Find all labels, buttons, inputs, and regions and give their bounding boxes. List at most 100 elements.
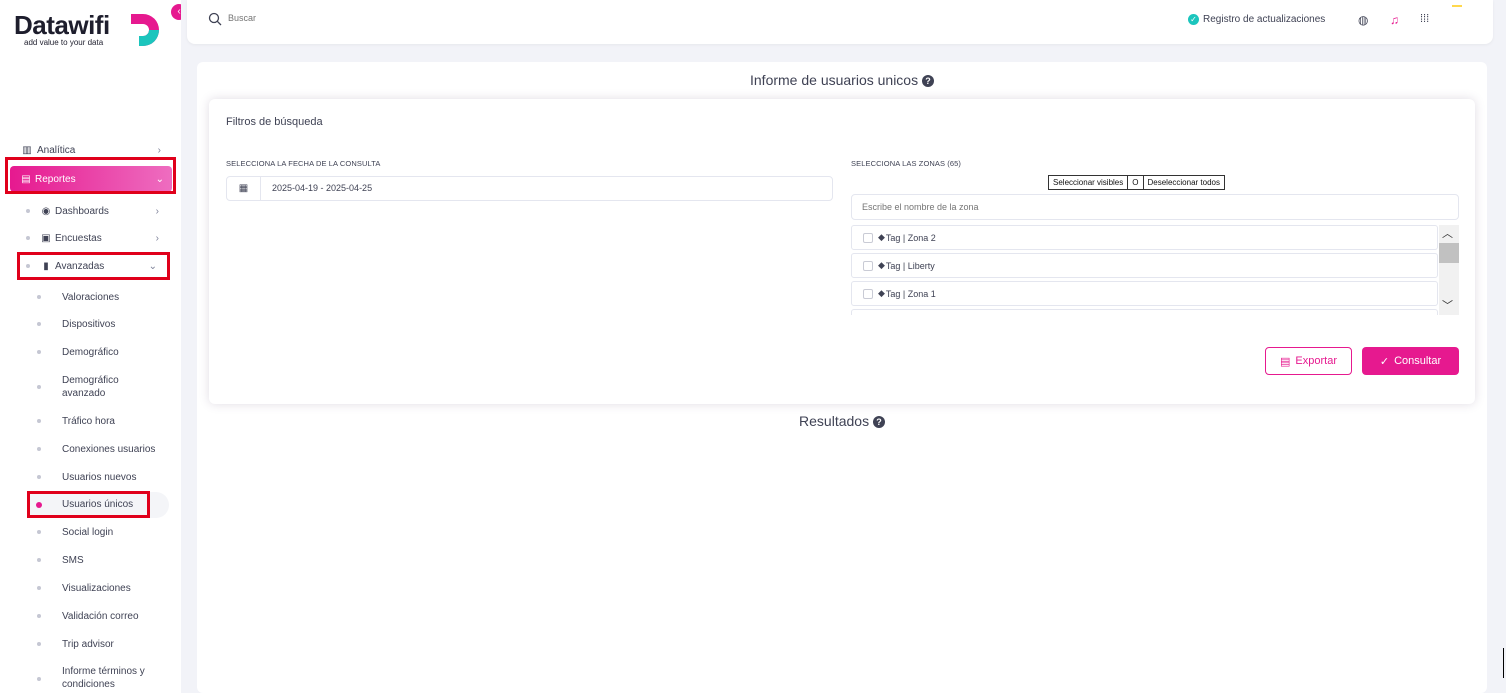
- sidebar-subitem[interactable]: Validación correo: [0, 610, 181, 623]
- checkbox[interactable]: [863, 288, 873, 299]
- chevron-right-icon: ›: [155, 232, 159, 244]
- page-title-text: Informe de usuarios unicos: [750, 72, 919, 88]
- filters-title: Filtros de búsqueda: [226, 116, 323, 128]
- sidebar-item-dashboards[interactable]: ◉ Dashboards ›: [0, 204, 181, 218]
- date-range-input[interactable]: [272, 183, 572, 193]
- sidebar-subitem[interactable]: Tráfico hora: [0, 415, 181, 428]
- sidebar-subitem-label: Dispositivos: [62, 319, 116, 330]
- checkbox[interactable]: [863, 260, 873, 271]
- sidebar-subitem[interactable]: SMS: [0, 554, 181, 567]
- sidebar-subitem[interactable]: Valoraciones: [0, 291, 181, 304]
- deselect-all-button[interactable]: Deseleccionar todos: [1143, 175, 1225, 190]
- bullet-icon: [37, 350, 41, 354]
- sidebar-item-label: Analítica: [37, 144, 76, 156]
- topbar: ✓ Registro de actualizaciones ◍ ♫ ⁞⁞⁞: [187, 0, 1493, 44]
- globe-icon[interactable]: ◍: [1358, 13, 1368, 27]
- sidebar-subitem-label: Social login: [62, 527, 114, 538]
- zone-item-partial: [851, 309, 1438, 315]
- consult-button[interactable]: ✓ Consultar: [1362, 347, 1459, 375]
- bullet-icon: [37, 419, 41, 423]
- bell-icon[interactable]: ♫: [1390, 13, 1399, 27]
- logo-mark-icon: [131, 14, 159, 46]
- sidebar-subitem-label: Demográfico: [62, 347, 119, 358]
- date-range-field[interactable]: ▦: [226, 176, 833, 201]
- clipboard-icon: ▣: [41, 232, 51, 244]
- logo-tagline: add value to your data: [24, 38, 104, 47]
- help-icon[interactable]: ?: [921, 75, 934, 87]
- sidebar-item-analitica[interactable]: ▥ Analítica ›: [0, 143, 181, 157]
- sidebar-subitem-label: Validación correo: [62, 611, 139, 622]
- zone-list: ◆ Tag | Zona 2 ◆ Tag | Liberty ◆ Tag | Z…: [851, 225, 1459, 315]
- sidebar-subitem-label: Usuarios nuevos: [62, 472, 137, 483]
- bullet-icon: [37, 586, 41, 590]
- sidebar-subitem[interactable]: Informe términos y condiciones: [0, 665, 181, 693]
- file-export-icon: ▤: [1280, 355, 1291, 368]
- zone-item[interactable]: ◆ Tag | Zona 1: [851, 281, 1438, 306]
- bullet-icon: [37, 642, 41, 646]
- bullet-icon: [37, 677, 41, 681]
- bullet-icon: [37, 558, 41, 562]
- scroll-down-icon[interactable]: ﹀: [1442, 297, 1453, 313]
- sidebar-item-label: Dashboards: [55, 205, 109, 217]
- scrollbar-thumb[interactable]: [1439, 243, 1459, 263]
- search-input[interactable]: [228, 13, 428, 23]
- bullet-icon: [37, 295, 41, 299]
- registro-actualizaciones-link[interactable]: ✓ Registro de actualizaciones: [1188, 14, 1325, 25]
- sidebar-subitem[interactable]: Social login: [0, 526, 181, 539]
- zone-list-scrollbar[interactable]: ︿ ﹀: [1439, 225, 1459, 315]
- select-visible-button[interactable]: Seleccionar visibles: [1048, 175, 1129, 190]
- separator-label: O: [1128, 175, 1144, 190]
- sidebar-subitem-label: Conexiones usuarios: [62, 444, 156, 455]
- check-circle-icon: ✓: [1188, 14, 1199, 25]
- zone-item-label: Tag | Liberty: [885, 260, 935, 271]
- sidebar-subitem-label: Informe términos y condiciones: [62, 666, 145, 690]
- sidebar-subitem[interactable]: Dispositivos: [0, 318, 181, 331]
- filters-card: Filtros de búsqueda SELECCIONA LA FECHA …: [209, 99, 1475, 404]
- apps-grid-icon[interactable]: ⁞⁞⁞: [1420, 13, 1429, 25]
- export-label: Exportar: [1295, 355, 1337, 367]
- sidebar-subitem-label: SMS: [62, 555, 84, 566]
- help-icon[interactable]: ?: [872, 416, 885, 428]
- date-label: SELECCIONA LA FECHA DE LA CONSULTA: [226, 159, 381, 168]
- bullet-icon: [26, 236, 30, 240]
- highlight-box: [27, 491, 150, 518]
- search-icon: [208, 12, 222, 26]
- tag-icon: ◆: [878, 288, 885, 298]
- zone-select-buttons: Seleccionar visibles O Deseleccionar tod…: [1048, 175, 1225, 190]
- tag-icon: ◆: [878, 232, 885, 242]
- results-title: Resultados ?: [197, 413, 1487, 429]
- tag-icon: ◆: [878, 260, 885, 270]
- zone-item[interactable]: ◆ Tag | Zona 2: [851, 225, 1438, 250]
- sidebar-subitem-label: Valoraciones: [62, 292, 120, 303]
- bullet-icon: [37, 447, 41, 451]
- zone-item-label: Tag | Zona 2: [885, 232, 936, 243]
- checkbox[interactable]: [863, 232, 873, 243]
- main-content: Informe de usuarios unicos ? Filtros de …: [197, 62, 1487, 693]
- chart-icon: ▥: [22, 144, 32, 156]
- sidebar-item-label: Encuestas: [55, 232, 102, 244]
- status-indicator: [1452, 5, 1462, 7]
- chevron-right-icon: ›: [157, 144, 161, 156]
- sidebar-subitem-label: Visualizaciones: [62, 583, 131, 594]
- sidebar-subitem[interactable]: Conexiones usuarios: [0, 443, 181, 456]
- zone-search-input[interactable]: [851, 194, 1459, 220]
- bullet-icon: [26, 209, 30, 213]
- scroll-up-icon[interactable]: ︿: [1442, 225, 1453, 241]
- sidebar-subitem[interactable]: Trip advisor: [0, 638, 181, 651]
- bullet-icon: [37, 475, 41, 479]
- chevron-right-icon: ›: [155, 205, 159, 217]
- registro-label: Registro de actualizaciones: [1203, 14, 1326, 25]
- sidebar-subitem-label: Tráfico hora: [62, 416, 115, 427]
- export-button[interactable]: ▤ Exportar: [1265, 347, 1352, 375]
- sidebar-subitem[interactable]: Demográfico avanzado: [0, 374, 181, 402]
- collapse-sidebar-button[interactable]: ‹: [171, 4, 181, 20]
- sidebar-subitem[interactable]: Usuarios nuevos: [0, 471, 181, 484]
- sidebar-subitem[interactable]: Demográfico: [0, 346, 181, 359]
- highlight-box: [5, 157, 176, 194]
- logo[interactable]: Datawifi add value to your data: [14, 10, 174, 54]
- calendar-icon: ▦: [227, 177, 261, 200]
- sidebar-subitem[interactable]: Visualizaciones: [0, 582, 181, 595]
- sidebar-item-encuestas[interactable]: ▣ Encuestas ›: [0, 231, 181, 245]
- sidebar-subitem-label: Trip advisor: [62, 639, 114, 650]
- zone-item[interactable]: ◆ Tag | Liberty: [851, 253, 1438, 278]
